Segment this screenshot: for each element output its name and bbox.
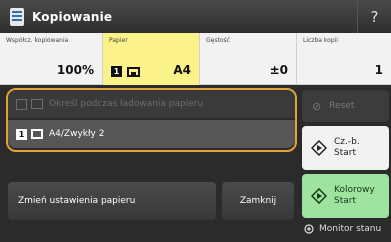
status-monitor-label: Monitor stanu bbox=[319, 224, 382, 234]
paper-option-drawer-1[interactable]: 1 A4/Zwykły 2 bbox=[8, 120, 295, 148]
bw-start-label-1: Cz.-b. bbox=[334, 137, 360, 147]
reset-icon: ⊘ bbox=[312, 99, 322, 113]
paper-cell[interactable]: Papier 1 A4 bbox=[103, 33, 200, 85]
action-panel: ⊘ Reset Cz.-b. Start Kolorowy Start Moni… bbox=[298, 86, 391, 242]
color-start-label-1: Kolorowy bbox=[334, 185, 375, 195]
paper-icon bbox=[31, 129, 43, 139]
copy-icon bbox=[10, 7, 24, 26]
start-icon bbox=[311, 140, 327, 156]
title-bar: Kopiowanie ? bbox=[0, 0, 391, 33]
scale-cell[interactable]: Współcz. kopiowania 100% bbox=[0, 33, 103, 85]
drawer-number-icon: 1 bbox=[16, 128, 27, 140]
density-cell[interactable]: Gęstość ±0 bbox=[200, 33, 297, 85]
paper-option-label: A4/Zwykły 2 bbox=[49, 129, 105, 139]
density-value: ±0 bbox=[269, 63, 288, 77]
reset-label: Reset bbox=[329, 101, 355, 111]
copies-label: Liczba kopii bbox=[303, 37, 338, 44]
paper-option-specify-on-load[interactable]: Określ podczas ładowania papieru bbox=[8, 90, 295, 118]
paper-value: A4 bbox=[173, 63, 191, 77]
density-label: Gęstość bbox=[206, 37, 230, 44]
close-button[interactable]: Zamknij bbox=[222, 182, 294, 220]
reset-button[interactable]: ⊘ Reset bbox=[302, 90, 389, 122]
color-start-label-2: Start bbox=[334, 196, 356, 206]
copies-value: 1 bbox=[374, 63, 383, 77]
start-icon bbox=[311, 188, 327, 204]
status-bar: Współcz. kopiowania 100% Papier 1 A4 Gęs… bbox=[0, 33, 391, 85]
scale-value: 100% bbox=[56, 63, 94, 77]
drawer-number-icon: 1 bbox=[111, 66, 122, 77]
paper-option-label: Określ podczas ładowania papieru bbox=[49, 99, 204, 109]
paper-icon bbox=[31, 99, 43, 109]
tray-icon bbox=[16, 98, 27, 110]
paper-icon bbox=[127, 67, 140, 77]
paper-label: Papier bbox=[109, 37, 128, 44]
help-button[interactable]: ? bbox=[357, 0, 391, 33]
copies-cell[interactable]: Liczba kopii 1 bbox=[297, 33, 391, 85]
color-start-button[interactable]: Kolorowy Start bbox=[302, 174, 389, 218]
app-title: Kopiowanie bbox=[32, 9, 113, 24]
bw-start-button[interactable]: Cz.-b. Start bbox=[302, 126, 389, 170]
paper-select-panel: Określ podczas ładowania papieru 1 A4/Zw… bbox=[0, 86, 298, 242]
status-monitor-button[interactable]: Monitor stanu bbox=[304, 224, 381, 234]
monitor-icon bbox=[304, 224, 314, 234]
bw-start-label-2: Start bbox=[334, 148, 356, 158]
change-paper-settings-button[interactable]: Zmień ustawienia papieru bbox=[8, 182, 216, 220]
scale-label: Współcz. kopiowania bbox=[6, 37, 69, 44]
